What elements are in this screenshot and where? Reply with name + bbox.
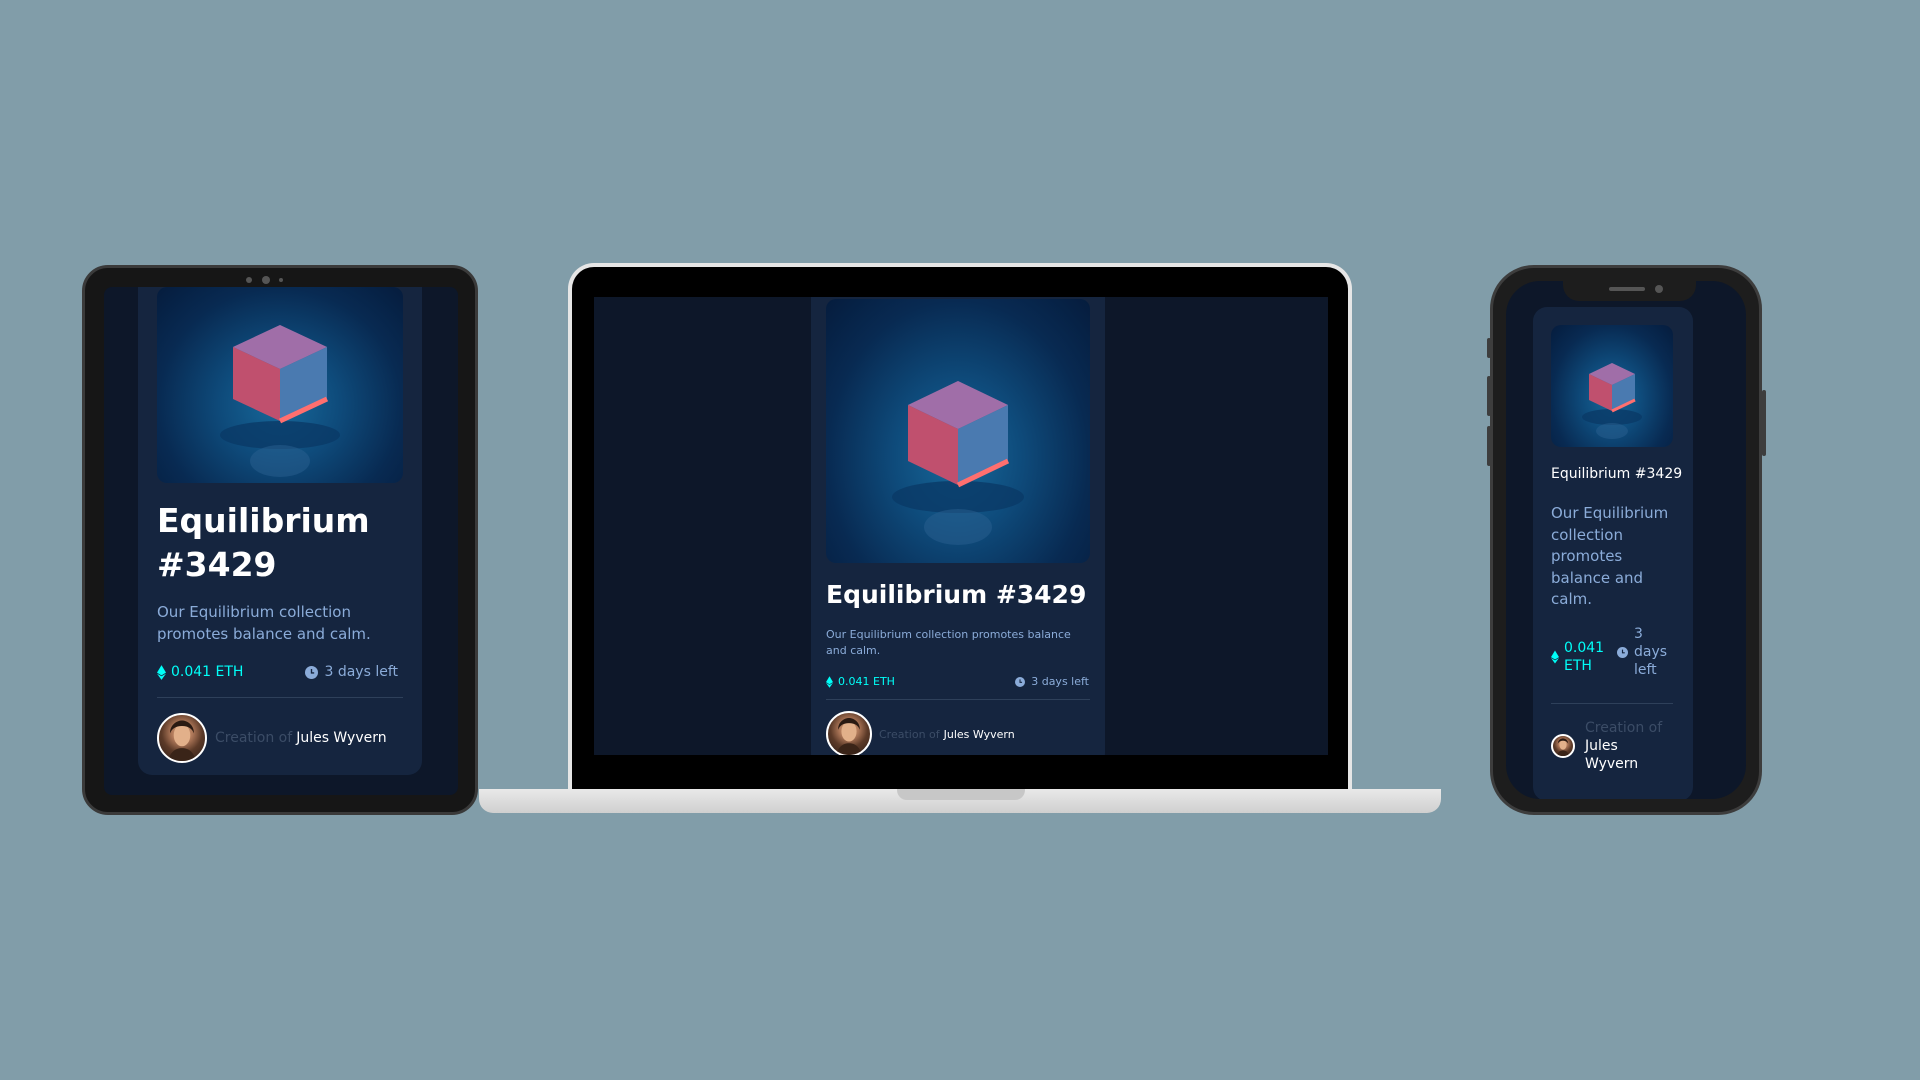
time-left-value: 3 days left <box>324 664 398 680</box>
nft-image[interactable] <box>1551 325 1673 447</box>
phone-camera <box>1655 285 1663 293</box>
creator-avatar <box>1551 734 1575 758</box>
device-mockup-stage: Equilibrium #3429 Our Equilibrium collec… <box>0 0 1920 1080</box>
creation-of-label: Creation of <box>1585 720 1663 736</box>
time-info: 3 days left <box>1015 675 1089 688</box>
phone-screen: Equilibrium #3429 Our Equilibrium collec… <box>1506 281 1746 799</box>
price-value: 0.041 ETH <box>171 664 244 680</box>
cube-artwork <box>220 325 340 477</box>
price-value: 0.041 ETH <box>838 675 895 688</box>
laptop-screen: Equilibrium #3429 Our Equilibrium collec… <box>594 297 1328 755</box>
avatar-portrait <box>1557 738 1569 756</box>
ethereum-icon <box>157 664 166 680</box>
creation-of-label: Creation of <box>215 730 293 746</box>
clock-icon <box>1617 646 1628 658</box>
tablet-sensor <box>246 277 252 283</box>
creator-avatar <box>826 711 872 755</box>
creator-row: Creation of Jules Wyvern <box>157 713 387 763</box>
creator-avatar <box>157 713 207 763</box>
clock-icon <box>1015 676 1026 687</box>
tablet-camera <box>262 276 270 284</box>
cube-artwork <box>892 381 1024 545</box>
avatar-portrait <box>168 720 196 761</box>
nft-card: Equilibrium #3429 Our Equilibrium collec… <box>1533 307 1693 799</box>
card-divider <box>826 699 1090 700</box>
ethereum-icon <box>1551 650 1559 664</box>
phone-device: Equilibrium #3429 Our Equilibrium collec… <box>1490 265 1762 815</box>
card-divider <box>157 697 403 698</box>
ethereum-icon <box>826 675 833 688</box>
price-amount: 0.041 <box>1564 640 1605 656</box>
phone-power-button <box>1762 390 1766 456</box>
price-unit: ETH <box>1564 658 1592 674</box>
nft-description: Our Equilibrium collection promotes bala… <box>1551 504 1669 608</box>
phone-notch <box>1563 277 1696 301</box>
price-info: 0.041 ETH <box>1551 639 1604 675</box>
time-left-number: 3 <box>1634 626 1643 642</box>
time-left-suffix: left <box>1634 662 1657 678</box>
clock-icon <box>305 665 319 679</box>
nft-image[interactable] <box>826 299 1090 563</box>
creator-name[interactable]: Jules Wyvern <box>296 730 386 746</box>
nft-card: Equilibrium #3429 Our Equilibrium collec… <box>811 297 1105 755</box>
time-left-value: 3 days left <box>1031 675 1089 688</box>
tablet-screen: Equilibrium #3429 Our Equilibrium collec… <box>104 287 458 795</box>
creator-text: Creation of Jules Wyvern <box>1585 719 1662 773</box>
nft-description: Our Equilibrium collection promotes bala… <box>157 603 371 643</box>
laptop-trackpad-notch <box>897 789 1025 800</box>
creator-row: Creation of Jules Wyvern <box>1551 719 1662 773</box>
time-left-unit: days <box>1634 644 1668 660</box>
creator-last-name[interactable]: Wyvern <box>1585 756 1638 772</box>
tablet-light-sensor <box>279 278 283 282</box>
cube-artwork <box>1582 363 1642 439</box>
price-info: 0.041 ETH <box>826 675 895 688</box>
tablet-device: Equilibrium #3429 Our Equilibrium collec… <box>82 265 478 815</box>
price-value: 0.041 ETH <box>1564 639 1604 675</box>
avatar-portrait <box>836 718 862 755</box>
price-info: 0.041 ETH <box>157 664 243 680</box>
phone-speaker <box>1609 287 1645 291</box>
nft-description: Our Equilibrium collection promotes bala… <box>826 628 1071 657</box>
time-left-value: 3 days left <box>1634 625 1667 679</box>
nft-title[interactable]: Equilibrium #3429 <box>157 499 397 587</box>
creation-of-label: Creation of <box>879 727 940 741</box>
laptop-device: Equilibrium #3429 Our Equilibrium collec… <box>568 263 1352 791</box>
time-info: 3 days left <box>1617 625 1667 679</box>
card-divider <box>1551 703 1673 704</box>
creator-name[interactable]: Jules Wyvern <box>944 728 1015 741</box>
creator-row: Creation of Jules Wyvern <box>826 711 1015 755</box>
creator-first-name[interactable]: Jules <box>1585 738 1618 754</box>
nft-image[interactable] <box>157 287 403 483</box>
nft-title[interactable]: Equilibrium #3429 <box>1551 465 1691 483</box>
nft-title[interactable]: Equilibrium #3429 <box>826 579 1096 611</box>
nft-card: Equilibrium #3429 Our Equilibrium collec… <box>138 287 422 775</box>
time-info: 3 days left <box>305 664 398 680</box>
